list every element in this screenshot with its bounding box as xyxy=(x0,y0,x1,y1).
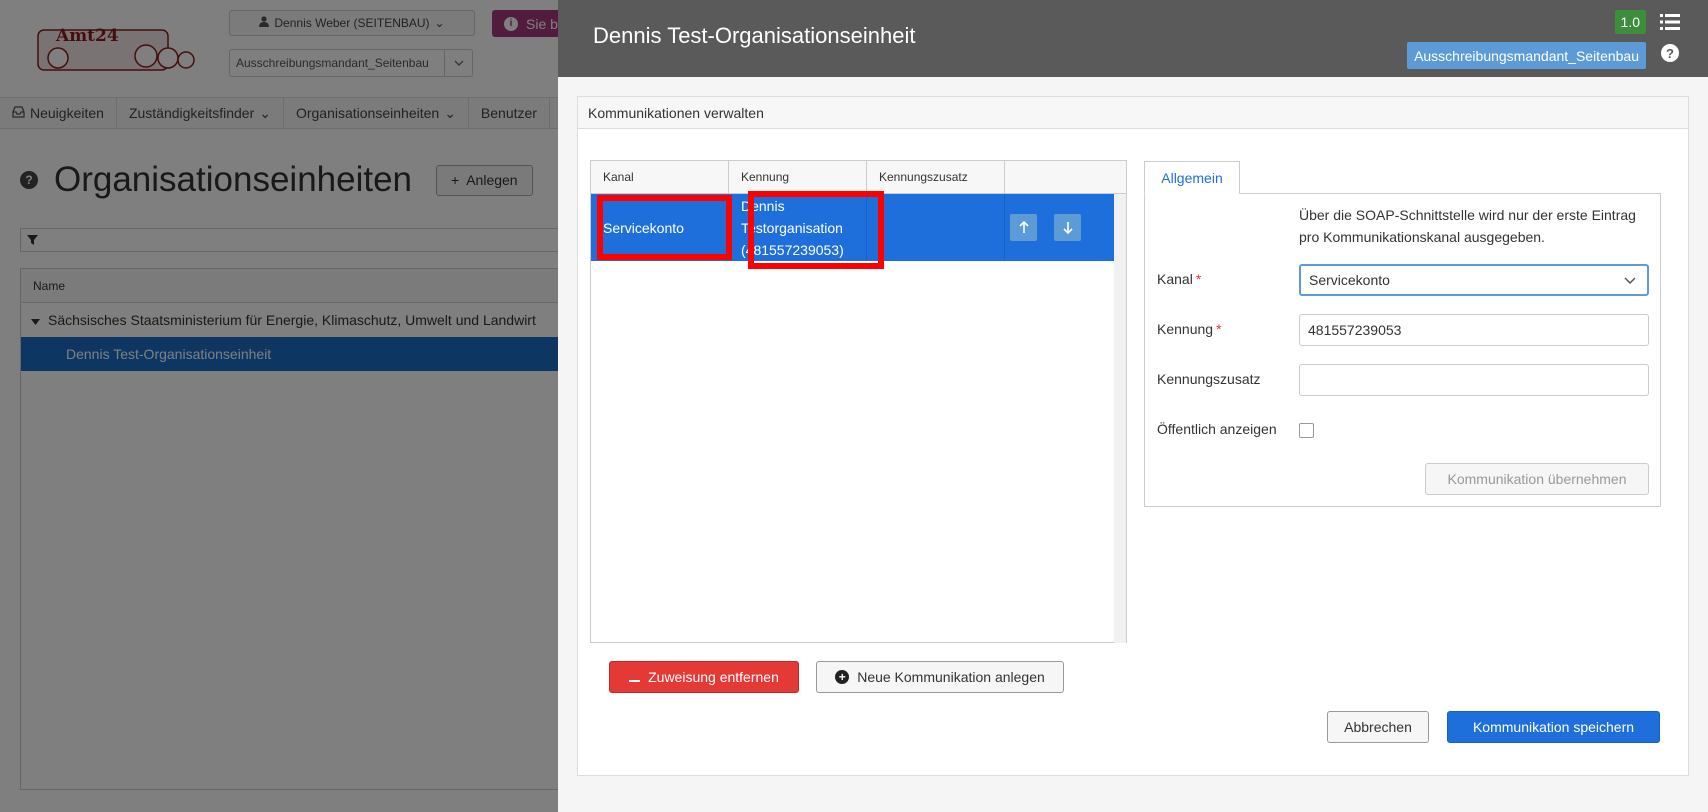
new-communication-label: Neue Kommunikation anlegen xyxy=(857,669,1045,685)
column-kennungszusatz[interactable]: Kennungszusatz xyxy=(867,161,1005,193)
kennungszusatz-label: Kennungszusatz xyxy=(1157,371,1261,387)
minus-icon xyxy=(629,669,641,685)
grid-scrollbar[interactable] xyxy=(1114,194,1126,643)
label-text: Kanal xyxy=(1157,271,1193,287)
mandant-badge: Ausschreibungsmandant_Seitenbau xyxy=(1407,42,1646,69)
public-checkbox[interactable] xyxy=(1299,423,1314,438)
remove-assignment-label: Zuweisung entfernen xyxy=(648,669,779,685)
label-text: Kennung xyxy=(1157,321,1214,337)
kennung-line: Dennis xyxy=(741,197,785,214)
modal-backdrop[interactable] xyxy=(0,0,558,812)
cell-actions xyxy=(1005,194,1126,261)
kanal-select-value: Servicekonto xyxy=(1309,272,1390,288)
required-marker: * xyxy=(1216,321,1222,337)
kommunikation-grid: Kanal Kennung Kennungszusatz Servicekont… xyxy=(590,160,1127,643)
plus-circle-icon: + xyxy=(835,670,850,684)
chevron-down-icon xyxy=(1623,272,1637,291)
kennung-input[interactable]: 481557239053 xyxy=(1299,314,1649,346)
cell-kennung: Dennis Testorganisation (481557239053) xyxy=(729,194,867,261)
list-icon[interactable] xyxy=(1660,13,1680,31)
move-down-button[interactable] xyxy=(1054,214,1081,241)
kanal-label: Kanal * xyxy=(1157,271,1201,287)
card-title: Kommunikationen verwalten xyxy=(578,97,1688,129)
public-label: Öffentlich anzeigen xyxy=(1157,421,1277,437)
kennung-label: Kennung * xyxy=(1157,321,1222,337)
cell-kanal: Servicekonto xyxy=(591,194,729,261)
column-kanal[interactable]: Kanal xyxy=(591,161,729,193)
panel-title: Dennis Test-Organisationseinheit xyxy=(593,23,916,48)
cell-kennungszusatz xyxy=(867,194,1005,261)
cancel-button[interactable]: Abbrechen xyxy=(1327,711,1429,743)
move-up-button[interactable] xyxy=(1010,214,1037,241)
help-icon[interactable]: ? xyxy=(1661,44,1679,62)
panel-header: Dennis Test-Organisationseinheit 1.0 Aus… xyxy=(558,0,1708,77)
kanal-select[interactable]: Servicekonto xyxy=(1299,264,1649,296)
save-communication-button[interactable]: Kommunikation speichern xyxy=(1447,711,1660,743)
kennung-line: (481557239053) xyxy=(741,241,844,258)
column-kennung[interactable]: Kennung xyxy=(729,161,867,193)
grid-header: Kanal Kennung Kennungszusatz xyxy=(591,161,1126,194)
new-communication-button[interactable]: + Neue Kommunikation anlegen xyxy=(816,661,1064,693)
apply-communication-button[interactable]: Kommunikation übernehmen xyxy=(1425,463,1649,495)
kennungszusatz-input[interactable] xyxy=(1299,364,1649,396)
soap-info-text: Über die SOAP-Schnittstelle wird nur der… xyxy=(1299,207,1636,245)
required-marker: * xyxy=(1195,271,1202,287)
kennung-line: Testorganisation xyxy=(741,219,843,236)
version-badge: 1.0 xyxy=(1614,10,1646,34)
tab-allgemein[interactable]: Allgemein xyxy=(1144,161,1240,194)
column-actions xyxy=(1005,161,1126,193)
remove-assignment-button[interactable]: Zuweisung entfernen xyxy=(609,661,799,693)
table-row[interactable]: Servicekonto Dennis Testorganisation (48… xyxy=(591,194,1126,261)
